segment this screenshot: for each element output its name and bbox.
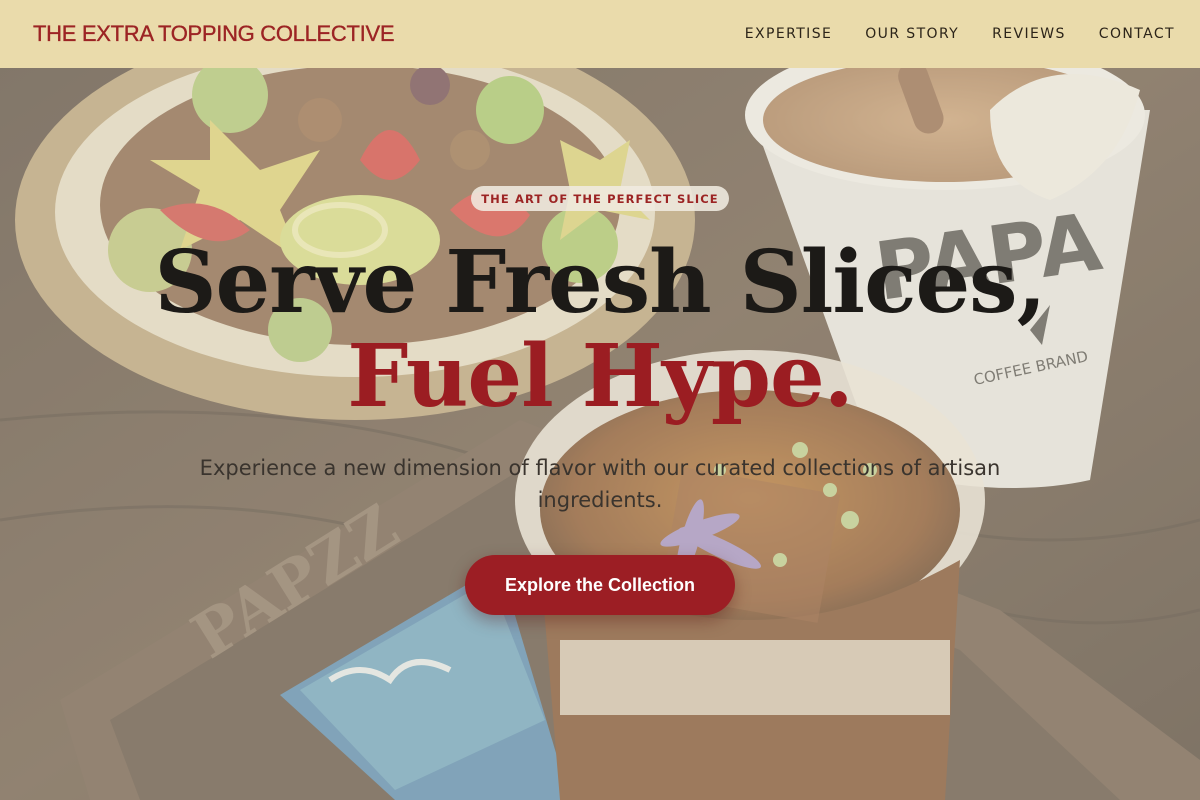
nav-link-reviews[interactable]: REVIEWS <box>992 26 1066 42</box>
headline-line-1: Serve Fresh Slices, <box>154 232 1046 333</box>
headline-line-2: Fuel Hype. <box>347 326 853 427</box>
explore-collection-button[interactable]: Explore the Collection <box>465 555 735 615</box>
hero-headline: Serve Fresh Slices, Fuel Hype. <box>0 236 1200 424</box>
site-header: THE EXTRA TOPPING COLLECTIVE EXPERTISE O… <box>0 0 1200 68</box>
nav-link-our-story[interactable]: OUR STORY <box>865 26 959 42</box>
hero-badge: THE ART OF THE PERFECT SLICE <box>471 186 729 211</box>
brand-logo[interactable]: THE EXTRA TOPPING COLLECTIVE <box>33 21 395 47</box>
hero-subtitle: Experience a new dimension of flavor wit… <box>199 456 1001 512</box>
nav-link-expertise[interactable]: EXPERTISE <box>745 26 832 42</box>
main-nav: EXPERTISE OUR STORY REVIEWS CONTACT <box>745 26 1175 42</box>
nav-link-contact[interactable]: CONTACT <box>1099 26 1175 42</box>
hero-overlay <box>0 68 1200 800</box>
